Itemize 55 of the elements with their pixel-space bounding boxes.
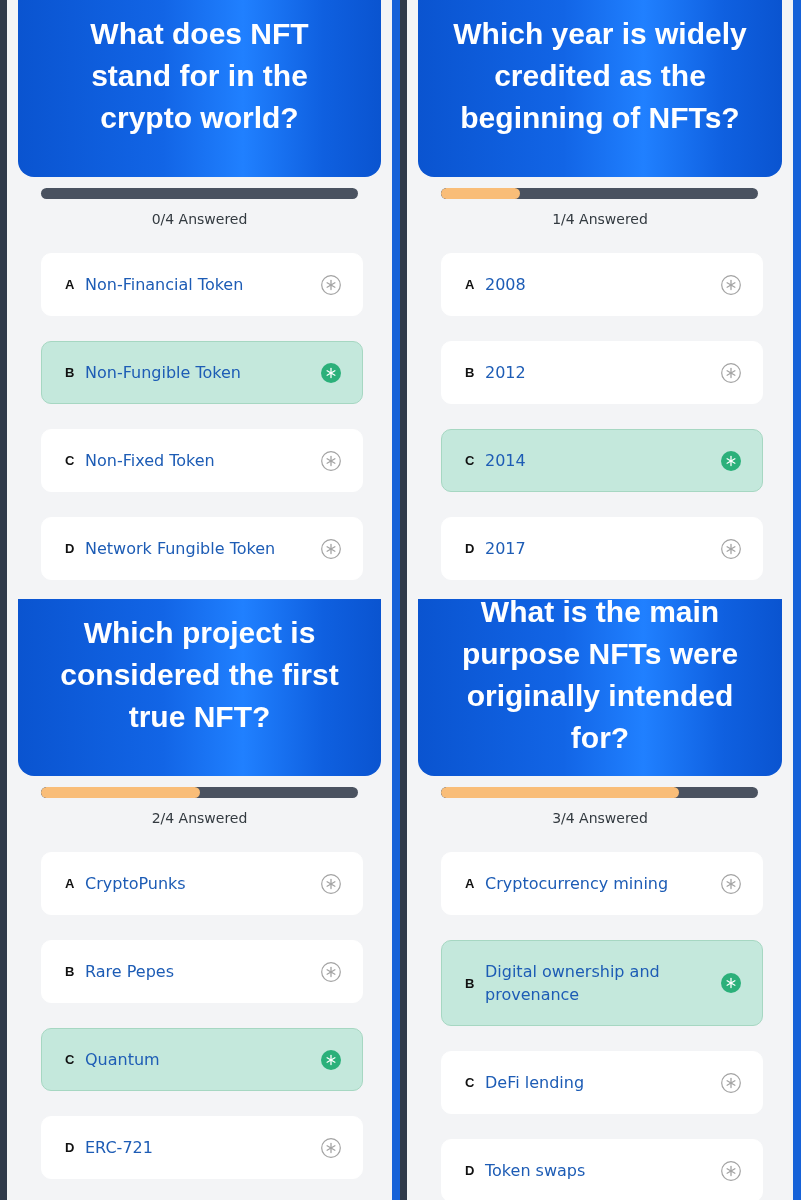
answered-count: 0/4 Answered	[151, 210, 248, 229]
answer-option[interactable]: B 2012	[441, 341, 763, 404]
answer-option[interactable]: A CryptoPunks	[41, 852, 363, 915]
option-letter: C	[65, 1051, 76, 1069]
answer-option[interactable]: B Non-Fungible Token	[41, 341, 363, 404]
option-letter: D	[65, 1139, 76, 1157]
option-letter: A	[65, 276, 76, 294]
asterisk-circle-icon	[721, 873, 741, 894]
question-title: What is the main purpose NFTs were originally intended for?	[460, 599, 740, 756]
answer-option[interactable]: D 2017	[441, 517, 763, 580]
answer-option[interactable]: C Quantum	[41, 1028, 363, 1091]
answer-option[interactable]: B Rare Pepes	[41, 940, 363, 1003]
answered-count: 2/4 Answered	[151, 809, 248, 828]
asterisk-circle-icon	[321, 1049, 341, 1070]
answered-count: 1/4 Answered	[552, 210, 648, 229]
option-letter: B	[465, 364, 476, 382]
asterisk-circle-icon	[721, 274, 741, 295]
asterisk-circle-icon	[321, 362, 341, 383]
answer-option[interactable]: D Network Fungible Token	[41, 517, 363, 580]
answer-option[interactable]: A Cryptocurrency mining	[441, 852, 763, 915]
asterisk-circle-icon	[721, 362, 741, 383]
question-title: Which project is considered the first true NFT?	[59, 615, 340, 735]
question-title: What does NFT stand for in the crypto world?	[89, 16, 310, 136]
asterisk-circle-icon	[321, 450, 341, 471]
option-letter: B	[65, 364, 76, 382]
asterisk-circle-icon	[721, 1072, 741, 1093]
answer-option[interactable]: D ERC-721	[41, 1116, 363, 1179]
option-letter: B	[65, 963, 76, 981]
asterisk-circle-icon	[321, 961, 341, 982]
option-letter: A	[465, 276, 476, 294]
option-letter: C	[65, 452, 76, 470]
answer-option[interactable]: D Token swaps	[441, 1139, 763, 1200]
option-letter: D	[465, 1162, 476, 1180]
option-letter: D	[465, 540, 476, 558]
answer-option[interactable]: A Non-Financial Token	[41, 253, 363, 316]
answer-option[interactable]: A 2008	[441, 253, 763, 316]
option-letter: D	[65, 540, 76, 558]
question-title: Which year is widely credited as the beginning of NFTs?	[452, 16, 748, 136]
asterisk-circle-icon	[321, 1137, 341, 1158]
asterisk-circle-icon	[721, 1160, 741, 1181]
asterisk-circle-icon	[321, 274, 341, 295]
asterisk-circle-icon	[321, 873, 341, 894]
option-letter: B	[465, 974, 476, 993]
asterisk-circle-icon	[721, 450, 741, 471]
option-letter: A	[465, 875, 476, 893]
answer-option[interactable]: C Non-Fixed Token	[41, 429, 363, 492]
option-letter: C	[465, 1074, 476, 1092]
answered-count: 3/4 Answered	[552, 809, 648, 828]
option-letter: C	[465, 452, 476, 470]
option-letter: A	[65, 875, 76, 893]
answer-option[interactable]: C DeFi lending	[441, 1051, 763, 1114]
asterisk-circle-icon	[721, 538, 741, 559]
answer-option[interactable]: C 2014	[441, 429, 763, 492]
asterisk-circle-icon	[721, 973, 741, 993]
asterisk-circle-icon	[321, 538, 341, 559]
